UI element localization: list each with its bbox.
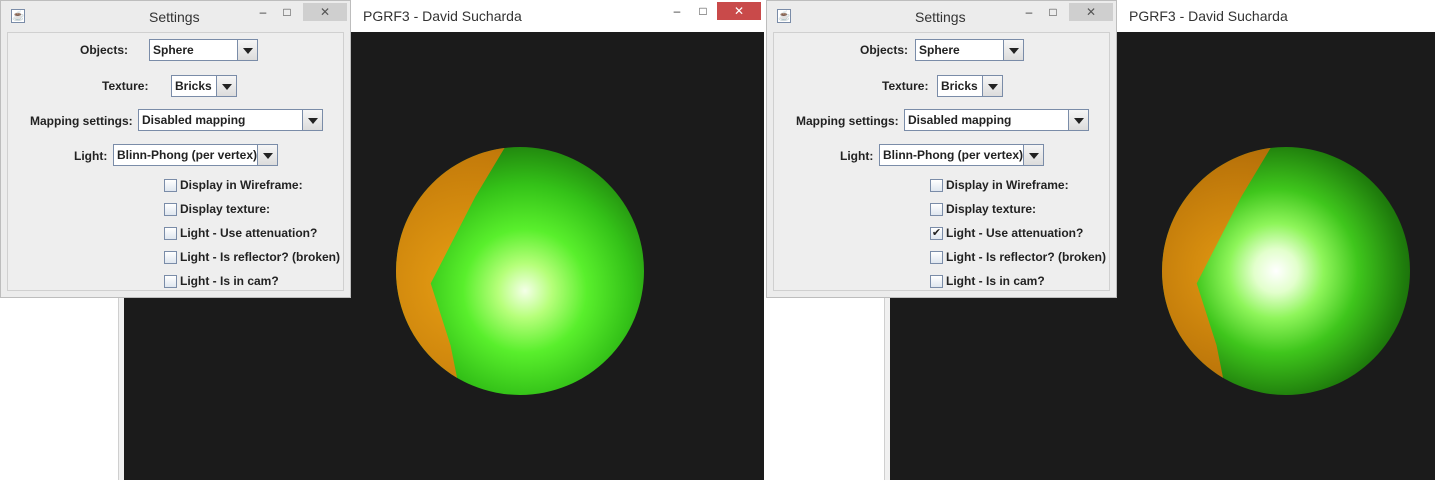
settings-titlebar[interactable]: ☕ Settings – □ ✕ bbox=[1, 1, 350, 31]
mapping-label: Mapping settings: bbox=[30, 114, 133, 128]
reflector-checkbox[interactable] bbox=[930, 251, 943, 264]
attenuation-checkbox[interactable] bbox=[164, 227, 177, 240]
settings-minimize-button[interactable]: – bbox=[253, 3, 273, 21]
in-cam-checkbox-label[interactable]: Light - Is in cam? bbox=[180, 274, 279, 288]
attenuation-checkbox-label[interactable]: Light - Use attenuation? bbox=[180, 226, 317, 240]
objects-combo[interactable]: Sphere bbox=[149, 39, 258, 61]
chevron-down-icon[interactable] bbox=[1003, 40, 1023, 60]
wireframe-checkbox-label[interactable]: Display in Wireframe: bbox=[180, 178, 303, 192]
in-cam-checkbox[interactable] bbox=[930, 275, 943, 288]
chevron-down-icon[interactable] bbox=[257, 145, 277, 165]
reflector-checkbox-label[interactable]: Light - Is reflector? (broken) bbox=[180, 250, 340, 264]
objects-label: Objects: bbox=[80, 43, 129, 57]
settings-maximize-button[interactable]: □ bbox=[1043, 3, 1063, 21]
chevron-down-icon[interactable] bbox=[1068, 110, 1088, 130]
texture-checkbox[interactable] bbox=[164, 203, 177, 216]
close-button[interactable]: ✕ bbox=[717, 2, 761, 20]
reflector-checkbox[interactable] bbox=[164, 251, 177, 264]
texture-checkbox[interactable] bbox=[930, 203, 943, 216]
chevron-down-icon[interactable] bbox=[216, 76, 236, 96]
light-combo[interactable]: Blinn-Phong (per vertex) bbox=[879, 144, 1044, 166]
attenuation-checkbox-label[interactable]: Light - Use attenuation? bbox=[946, 226, 1083, 240]
screenshot-left: PGRF3 - David Sucharda – □ ✕ ☕ Settings … bbox=[0, 0, 765, 480]
settings-title: Settings bbox=[915, 9, 966, 25]
attenuation-checkbox[interactable]: ✔ bbox=[930, 227, 943, 240]
mapping-label: Mapping settings: bbox=[796, 114, 899, 128]
screenshot-right: PGRF3 - David Sucharda ☕ Settings – □ ✕ … bbox=[766, 0, 1435, 480]
chevron-down-icon[interactable] bbox=[302, 110, 322, 130]
settings-title: Settings bbox=[149, 9, 200, 25]
settings-maximize-button[interactable]: □ bbox=[277, 3, 297, 21]
objects-combo[interactable]: Sphere bbox=[915, 39, 1024, 61]
settings-close-button[interactable]: ✕ bbox=[303, 3, 347, 21]
in-cam-checkbox-label[interactable]: Light - Is in cam? bbox=[946, 274, 1045, 288]
chevron-down-icon[interactable] bbox=[1023, 145, 1043, 165]
light-combo-value: Blinn-Phong (per vertex) bbox=[117, 148, 258, 162]
texture-combo-value: Bricks bbox=[941, 79, 978, 93]
mapping-combo-value: Disabled mapping bbox=[142, 113, 246, 127]
objects-combo-value: Sphere bbox=[919, 43, 960, 57]
java-icon: ☕ bbox=[777, 9, 791, 23]
wireframe-checkbox-label[interactable]: Display in Wireframe: bbox=[946, 178, 1069, 192]
in-cam-checkbox[interactable] bbox=[164, 275, 177, 288]
light-label: Light: bbox=[840, 149, 874, 163]
light-combo-value: Blinn-Phong (per vertex) bbox=[883, 148, 1024, 162]
chevron-down-icon[interactable] bbox=[982, 76, 1002, 96]
reflector-checkbox-label[interactable]: Light - Is reflector? (broken) bbox=[946, 250, 1106, 264]
java-icon: ☕ bbox=[11, 9, 25, 23]
texture-checkbox-label[interactable]: Display texture: bbox=[180, 202, 270, 216]
render-window-title: PGRF3 - David Sucharda bbox=[1129, 8, 1288, 24]
mapping-combo[interactable]: Disabled mapping bbox=[138, 109, 323, 131]
texture-combo[interactable]: Bricks bbox=[937, 75, 1003, 97]
light-label: Light: bbox=[74, 149, 108, 163]
settings-window: ☕ Settings – □ ✕ Objects: Sphere Texture… bbox=[766, 0, 1117, 298]
settings-minimize-button[interactable]: – bbox=[1019, 3, 1039, 21]
maximize-button[interactable]: □ bbox=[691, 2, 715, 20]
texture-label: Texture: bbox=[882, 79, 929, 93]
mapping-combo[interactable]: Disabled mapping bbox=[904, 109, 1089, 131]
objects-combo-value: Sphere bbox=[153, 43, 194, 57]
chevron-down-icon[interactable] bbox=[237, 40, 257, 60]
settings-content: Objects: Sphere Texture: Bricks Mapping … bbox=[7, 32, 344, 291]
mapping-combo-value: Disabled mapping bbox=[908, 113, 1012, 127]
objects-label: Objects: bbox=[860, 43, 909, 57]
wireframe-checkbox[interactable] bbox=[930, 179, 943, 192]
settings-close-button[interactable]: ✕ bbox=[1069, 3, 1113, 21]
minimize-button[interactable]: – bbox=[665, 2, 689, 20]
texture-label: Texture: bbox=[102, 79, 149, 93]
settings-window: ☕ Settings – □ ✕ Objects: Sphere Texture… bbox=[0, 0, 351, 298]
texture-checkbox-label[interactable]: Display texture: bbox=[946, 202, 1036, 216]
texture-combo-value: Bricks bbox=[175, 79, 212, 93]
settings-titlebar[interactable]: ☕ Settings – □ ✕ bbox=[767, 1, 1116, 31]
settings-content: Objects: Sphere Texture: Bricks Mapping … bbox=[773, 32, 1110, 291]
wireframe-checkbox[interactable] bbox=[164, 179, 177, 192]
light-combo[interactable]: Blinn-Phong (per vertex) bbox=[113, 144, 278, 166]
render-window-title: PGRF3 - David Sucharda bbox=[363, 8, 522, 24]
texture-combo[interactable]: Bricks bbox=[171, 75, 237, 97]
